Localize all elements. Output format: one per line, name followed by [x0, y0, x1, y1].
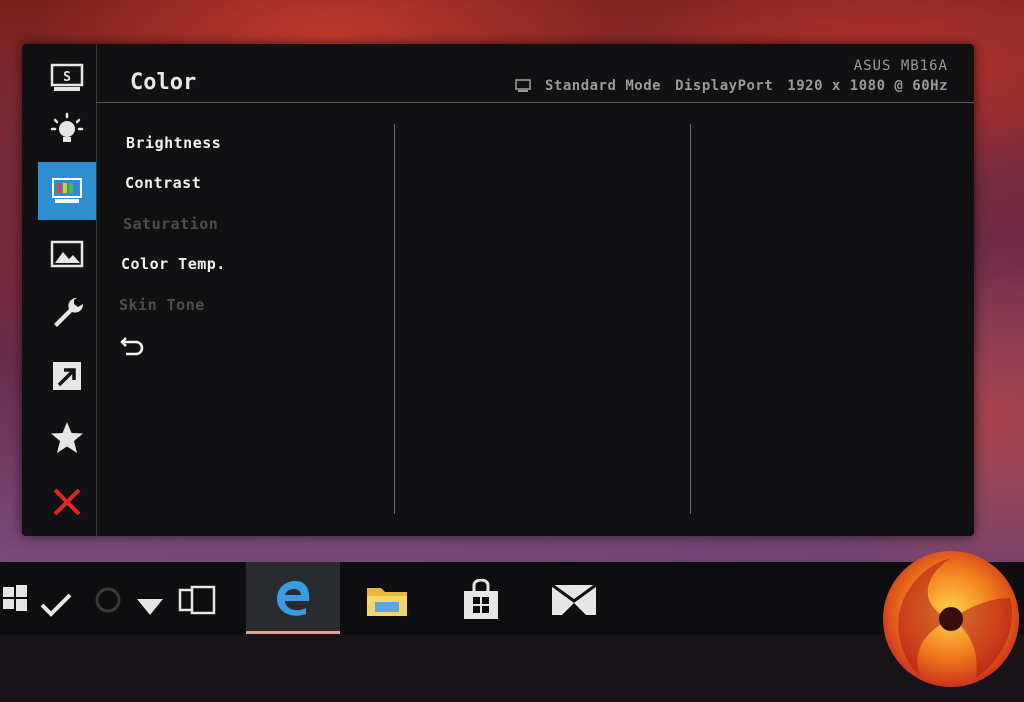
menu-item-skin-tone: Skin Tone: [119, 296, 205, 314]
sidebar-item-splendid[interactable]: S: [38, 50, 96, 106]
return-arrow-icon: [120, 337, 144, 356]
column-divider: [394, 124, 395, 514]
monitor-icon: [515, 79, 531, 92]
osd-sidebar: S: [22, 44, 97, 536]
taskbar-mail[interactable]: [546, 578, 602, 622]
sidebar-item-shortcut[interactable]: [38, 348, 96, 404]
taskbar-store[interactable]: [454, 576, 508, 624]
down-triangle-icon: [137, 599, 163, 615]
file-explorer-icon: [367, 588, 407, 616]
menu-item-brightness[interactable]: Brightness: [126, 134, 221, 152]
input-label: DisplayPort: [675, 78, 774, 94]
page-title: Color: [130, 70, 197, 95]
model-name: ASUS MB16A: [853, 58, 948, 74]
taskbar-file-explorer[interactable]: [360, 578, 414, 622]
store-icon: [464, 579, 498, 619]
sidebar-item-color[interactable]: [38, 162, 96, 220]
task-view-button[interactable]: [176, 580, 220, 620]
taskbar-edge[interactable]: [246, 562, 340, 634]
sidebar-item-image[interactable]: [38, 226, 96, 282]
image-icon: [50, 240, 84, 268]
wrench-icon: [54, 297, 84, 327]
svg-text:S: S: [63, 70, 71, 85]
sidebar-item-blue-light[interactable]: [38, 102, 96, 158]
resolution-label: 1920 x 1080 @ 60Hz: [787, 78, 948, 94]
osd-menu: S Color ASUS MB16A Standard Mode Display…: [22, 44, 974, 536]
column-divider: [690, 124, 691, 514]
close-icon: [53, 488, 81, 516]
splendid-icon: S: [50, 63, 84, 91]
mail-icon: [551, 583, 597, 615]
cortana-button[interactable]: [88, 580, 128, 620]
sidebar-item-exit[interactable]: [38, 474, 96, 530]
windows-start-icon: [3, 585, 27, 611]
menu-item-contrast[interactable]: Contrast: [125, 174, 201, 192]
menu-item-saturation: Saturation: [123, 215, 219, 233]
taskbar: [0, 562, 1024, 634]
status-line: Standard Mode DisplayPort 1920 x 1080 @ …: [515, 78, 948, 94]
check-button[interactable]: [36, 584, 76, 624]
screen-bezel: [0, 634, 1024, 702]
sidebar-item-my-favorite[interactable]: [38, 410, 96, 466]
check-icon: [40, 593, 72, 617]
bulb-icon: [50, 112, 84, 142]
cortana-circle-icon: [95, 587, 121, 613]
star-icon: [51, 422, 83, 453]
kitguru-logo: [883, 551, 1019, 687]
color-bars-icon: [52, 178, 82, 203]
mode-label: Standard Mode: [544, 78, 662, 94]
shortcut-icon: [53, 362, 81, 390]
edge-icon: [277, 580, 310, 616]
sidebar-item-system-setup[interactable]: [38, 284, 96, 340]
down-triangle-button[interactable]: [130, 586, 170, 626]
menu-item-color-temp[interactable]: Color Temp.: [121, 255, 226, 273]
back-item[interactable]: [120, 334, 144, 360]
task-view-icon: [178, 585, 216, 615]
osd-header: Color ASUS MB16A Standard Mode DisplayPo…: [96, 44, 974, 103]
start-button[interactable]: [0, 582, 30, 614]
